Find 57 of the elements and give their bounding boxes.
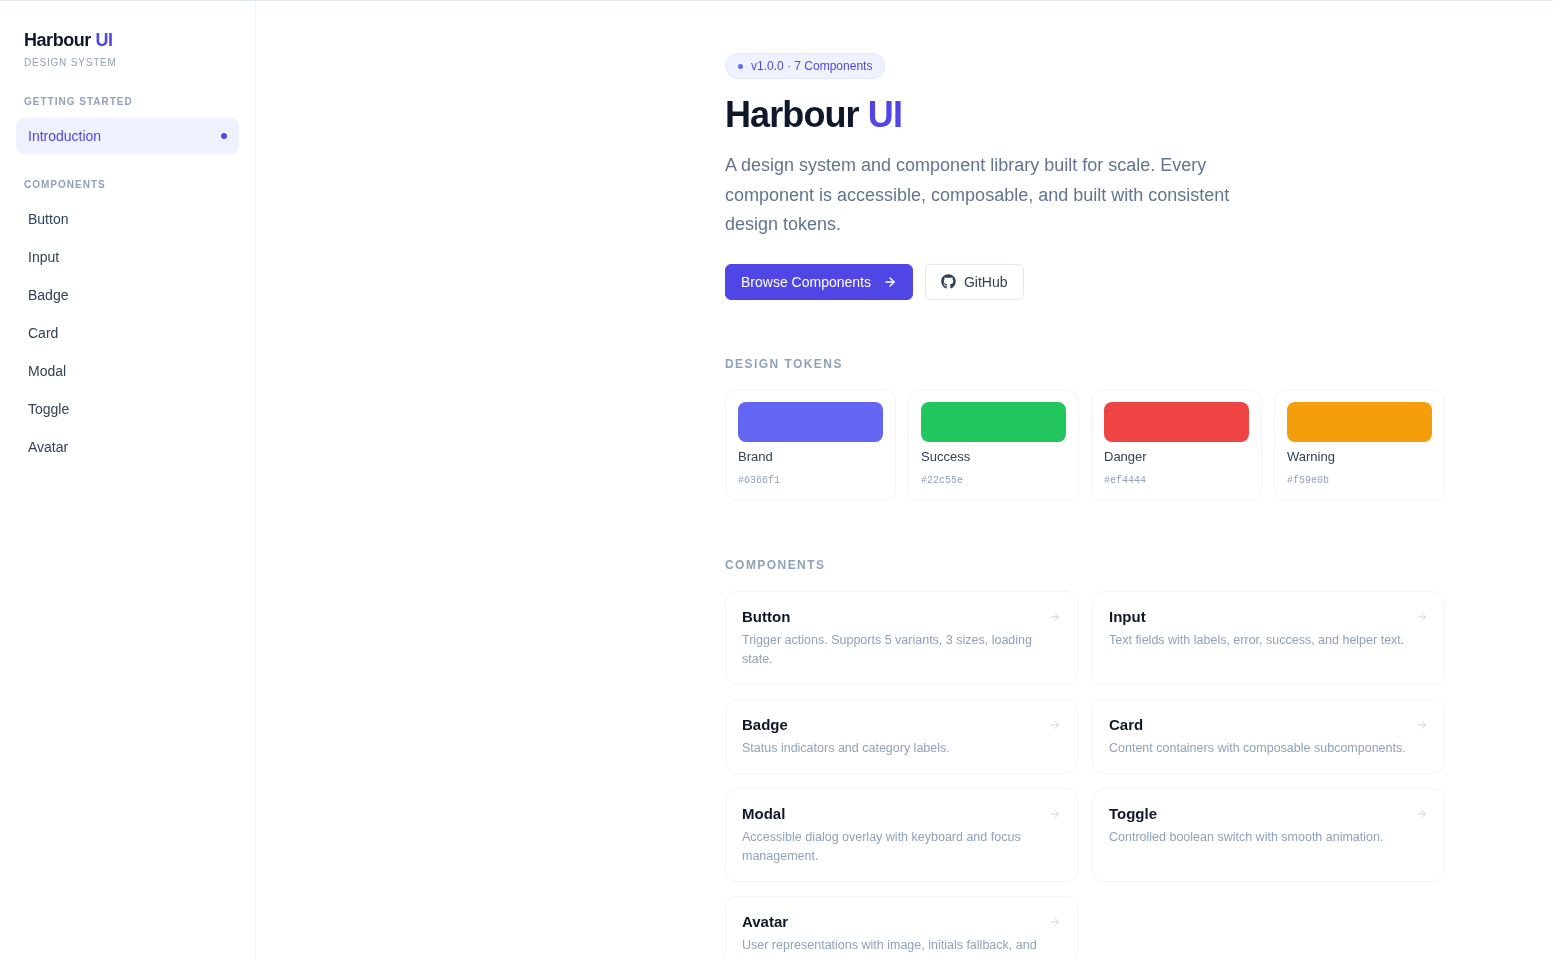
component-description: Trigger actions. Supports 5 variants, 3 sizes, loading state. (742, 631, 1033, 668)
nav-item[interactable]: Card (16, 315, 239, 351)
component-description: User representations with image, initials fallback, and (742, 936, 1038, 954)
arrow-right-icon (1416, 807, 1428, 820)
component-card[interactable]: Input Text fields with labels, error, success, and helper text. (1092, 590, 1445, 685)
component-title: Modal (742, 803, 786, 824)
section-heading: COMPONENTS (725, 556, 826, 573)
component-card[interactable]: Toggle Controlled boolean switch with smooth animation. (1092, 787, 1445, 882)
nav-item[interactable]: Badge (16, 277, 239, 313)
component-title: Avatar (742, 911, 789, 932)
token-hex: #f59e0b (1287, 473, 1330, 488)
sidebar-subtitle: DESIGN SYSTEM (24, 57, 118, 69)
arrow-right-icon (882, 274, 897, 289)
arrow-right-icon (1049, 610, 1061, 623)
arrow-right-icon (1049, 915, 1061, 928)
arrow-right-icon (1416, 718, 1428, 731)
component-title: Toggle (1109, 803, 1158, 824)
page-title: Harbour UI (725, 93, 903, 137)
component-description: Text fields with labels, error, success, and helper text. (1109, 631, 1406, 649)
component-title: Button (742, 606, 791, 627)
component-card[interactable]: Button Trigger actions. Supports 5 variants, 3 sizes, loading state. (725, 590, 1078, 685)
component-description: Content containers with composable subcomponents. (1109, 739, 1407, 757)
component-title: Card (1109, 714, 1144, 735)
nav-heading: COMPONENTS (23, 179, 107, 191)
intro-paragraph: A design system and component library built for scale. Every component is accessible, composable, and built with consistent design tokens. (725, 154, 1231, 236)
nav-item[interactable]: Introduction (16, 118, 239, 154)
token-name: Success (921, 448, 972, 465)
component-description: Accessible dialog overlay with keyboard and focus management. (742, 828, 1022, 865)
nav-item[interactable]: Toggle (16, 391, 239, 427)
token-hex: #6366f1 (738, 473, 781, 488)
token-name: Brand (738, 448, 774, 465)
github-button[interactable]: GitHub (924, 263, 1024, 300)
github-icon (940, 274, 956, 289)
component-card[interactable]: Modal Accessible dialog overlay with keyboard and focus management. (725, 787, 1078, 882)
token-name: Danger (1104, 448, 1148, 465)
nav-heading: GETTING STARTED (23, 96, 134, 108)
section-heading: DESIGN TOKENS (725, 355, 843, 372)
component-card[interactable]: Avatar User representations with image, initials fallback, and (725, 895, 1078, 959)
token-name: Warning (1287, 448, 1336, 465)
nav-item[interactable]: Button (16, 201, 239, 237)
arrow-right-icon (1049, 718, 1061, 731)
component-description: Status indicators and category labels. (742, 739, 951, 757)
component-description: Controlled boolean switch with smooth animation. (1109, 828, 1385, 846)
sidebar-logo: Harbour UI (24, 30, 114, 50)
nav-item[interactable]: Input (16, 239, 239, 275)
component-title: Badge (742, 714, 788, 735)
arrow-right-icon (1416, 610, 1428, 623)
arrow-right-icon (1049, 807, 1061, 820)
nav-item[interactable]: Modal (16, 353, 239, 389)
token-hex: #ef4444 (1104, 473, 1147, 488)
token-hex: #22c55e (921, 473, 964, 488)
version-label: v1.0.0 · 7 Components (751, 58, 873, 74)
component-title: Input (1109, 606, 1146, 627)
component-card[interactable]: Badge Status indicators and category labels. (725, 698, 1078, 774)
nav-item[interactable]: Avatar (16, 429, 239, 465)
component-card[interactable]: Card Content containers with composable subcomponents. (1092, 698, 1445, 774)
browse-button[interactable]: Browse Components (725, 263, 913, 300)
